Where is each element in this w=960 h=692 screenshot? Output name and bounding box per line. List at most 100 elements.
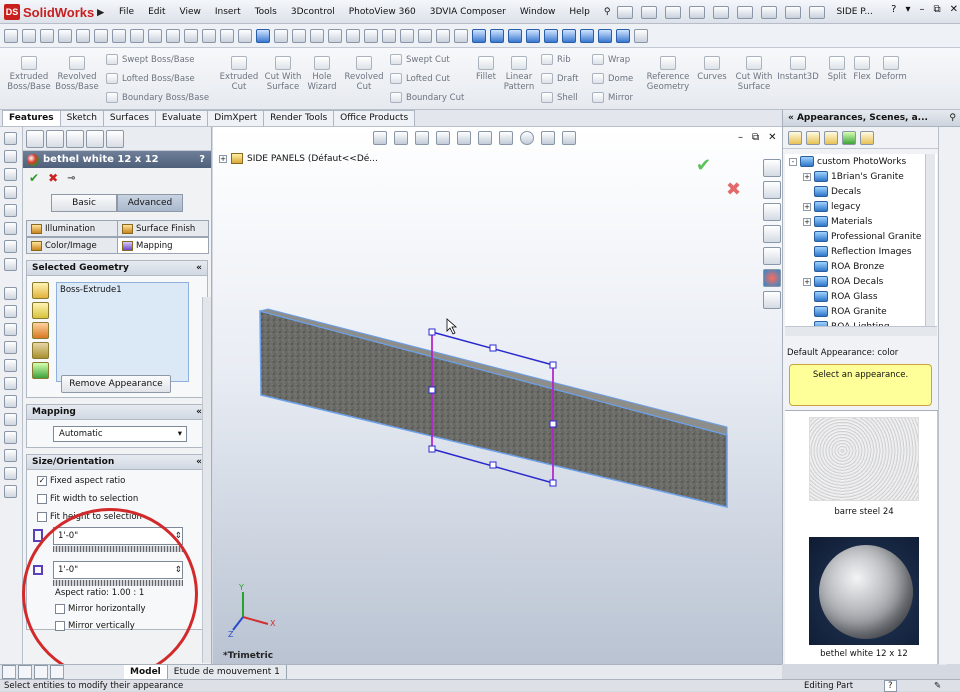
mirror-button[interactable]: Mirror [592, 92, 633, 103]
cut-with-surface-button[interactable]: Cut With Surface [260, 56, 306, 92]
view-dimetric-icon[interactable] [616, 28, 630, 43]
lofted-boss-button[interactable]: Lofted Boss/Base [106, 73, 195, 84]
view-right-icon[interactable] [526, 28, 540, 43]
curve-tool-icon[interactable] [220, 28, 234, 43]
expander-icon[interactable]: - [789, 157, 797, 166]
revolved-boss-button[interactable]: Revolved Boss/Base [54, 56, 100, 92]
filter-parts-icon[interactable] [32, 282, 49, 299]
menu-insert[interactable]: Insert [208, 7, 248, 17]
expander-icon[interactable]: + [803, 202, 811, 211]
add-folder-icon[interactable] [806, 130, 820, 145]
smart-dim-icon[interactable] [40, 28, 54, 43]
revolved-cut-button[interactable]: Revolved Cut [341, 56, 387, 92]
hole-wizard-button[interactable]: Hole Wizard [302, 56, 342, 92]
filter-appearance-icon[interactable] [32, 362, 49, 379]
viewport-close-icon[interactable]: ✕ [768, 132, 776, 143]
view-back-icon[interactable] [490, 28, 504, 43]
sketch-icon-19[interactable] [4, 467, 17, 480]
spinner-arrows-icon-2[interactable]: ⇕ [175, 565, 182, 575]
help-dropdown-icon[interactable]: ▾ [905, 4, 910, 15]
sketch-icon-13[interactable] [4, 359, 17, 372]
mapping-header[interactable]: Mapping « [27, 405, 207, 420]
collapse-icon[interactable]: « [196, 263, 202, 273]
lofted-cut-button[interactable]: Lofted Cut [390, 73, 450, 84]
tab-dimxpert[interactable]: DimXpert [207, 110, 265, 126]
tree-item[interactable]: ROA Granite [803, 304, 887, 319]
solidworks-logo[interactable]: DS SolidWorks ▸ [4, 3, 104, 21]
menu-3dvia[interactable]: 3DVIA Composer [423, 7, 513, 17]
handle-mr[interactable] [549, 420, 557, 428]
measure-icon[interactable] [166, 28, 180, 43]
pin-icon[interactable]: ⚲ [597, 7, 618, 17]
extruded-cut-button[interactable]: Extruded Cut [216, 56, 262, 92]
appearance-editor-icon[interactable] [860, 130, 874, 145]
extruded-boss-button[interactable]: Extruded Boss/Base [6, 56, 52, 92]
arc-icon[interactable] [328, 28, 342, 43]
collapse-pane-icon[interactable]: « [788, 113, 794, 123]
curves-button[interactable]: Curves [694, 56, 730, 82]
deform-button[interactable]: Deform [875, 56, 907, 82]
boundary-cut-button[interactable]: Boundary Cut [390, 92, 464, 103]
instant3d-button[interactable]: Instant3D [776, 56, 820, 82]
tree-item[interactable]: Decals [803, 184, 861, 199]
tab-illumination[interactable]: Illumination [26, 220, 118, 237]
reference-geometry-button[interactable]: Reference Geometry [644, 56, 692, 92]
fillet-button[interactable]: Fillet [472, 56, 500, 82]
zoom-tool-icon[interactable] [238, 28, 252, 43]
tree-vertical-scrollbar[interactable] [925, 154, 935, 326]
shell-button[interactable]: Shell [541, 92, 578, 103]
linear-pattern-button[interactable]: Linear Pattern [500, 56, 538, 92]
selected-entity-item[interactable]: Boss-Extrude1 [60, 285, 185, 295]
coordinate-icon[interactable] [454, 28, 468, 43]
relations-icon[interactable] [58, 28, 72, 43]
feature-tree-icon[interactable] [26, 129, 44, 148]
cut-with-surface-2-button[interactable]: Cut With Surface [734, 56, 774, 92]
file-explorer-icon[interactable] [763, 225, 781, 243]
undo-icon[interactable] [713, 5, 730, 19]
tree-item[interactable]: - custom PhotoWorks [789, 154, 906, 169]
mirror-vertical-checkbox[interactable]: Mirror vertically [55, 617, 135, 635]
open-folder-icon[interactable] [824, 130, 838, 145]
tree-item[interactable]: Reflection Images [803, 244, 912, 259]
spell-icon[interactable] [4, 28, 18, 43]
tree-item[interactable]: Professional Granite [803, 229, 921, 244]
property-manager-icon[interactable] [46, 129, 64, 148]
tree-item[interactable]: ROA Glass [803, 289, 878, 304]
normal-to-icon[interactable] [634, 28, 648, 43]
exploded-icon[interactable] [418, 28, 432, 43]
flex-button[interactable]: Flex [850, 56, 874, 82]
menu-file[interactable]: File [112, 7, 141, 17]
cancel-x-icon[interactable]: ✖ [48, 171, 58, 185]
question-icon[interactable] [436, 28, 450, 43]
sketch-icon-7[interactable] [4, 240, 17, 253]
appearance-manager-icon[interactable] [106, 129, 124, 148]
selected-entities-list[interactable]: Boss-Extrude1 [56, 282, 189, 382]
sketch-icon-11[interactable] [4, 323, 17, 336]
tab-color-image[interactable]: Color/Image [26, 237, 118, 254]
sketch-icon-15[interactable] [4, 395, 17, 408]
tab-render-tools[interactable]: Render Tools [263, 110, 335, 126]
status-pencil-icon[interactable]: ✎ [934, 681, 941, 691]
wrap-button[interactable]: Wrap [592, 54, 630, 65]
tab-office-products[interactable]: Office Products [333, 110, 416, 126]
gear-tool-icon[interactable] [202, 28, 216, 43]
pin-pane-icon[interactable]: ⚲ [949, 113, 956, 123]
sketch-icon-20[interactable] [4, 485, 17, 498]
expander-icon[interactable]: + [803, 172, 811, 181]
home-icon[interactable] [763, 181, 781, 199]
appearance-tree[interactable]: - custom PhotoWorks +1Brian's Granite Decal… [785, 154, 937, 326]
select-icon[interactable] [737, 5, 754, 19]
design-library-icon[interactable] [763, 203, 781, 221]
pushpin-icon[interactable]: ⊸ [67, 173, 75, 184]
sketch-icon-17[interactable] [4, 431, 17, 444]
sketch-icon-3[interactable] [4, 168, 17, 181]
pm-help-icon[interactable]: ? [199, 154, 211, 165]
menu-photoview[interactable]: PhotoView 360 [342, 7, 423, 17]
handle-tm[interactable] [489, 344, 497, 352]
swept-cut-button[interactable]: Swept Cut [390, 54, 450, 65]
close-icon[interactable]: ✕ [950, 4, 958, 15]
tree-item[interactable]: ROA Lighting [803, 319, 890, 326]
basic-button[interactable]: Basic [51, 194, 117, 212]
component-icon[interactable] [400, 28, 414, 43]
mapping-select[interactable]: Automatic ▾ [53, 426, 187, 442]
